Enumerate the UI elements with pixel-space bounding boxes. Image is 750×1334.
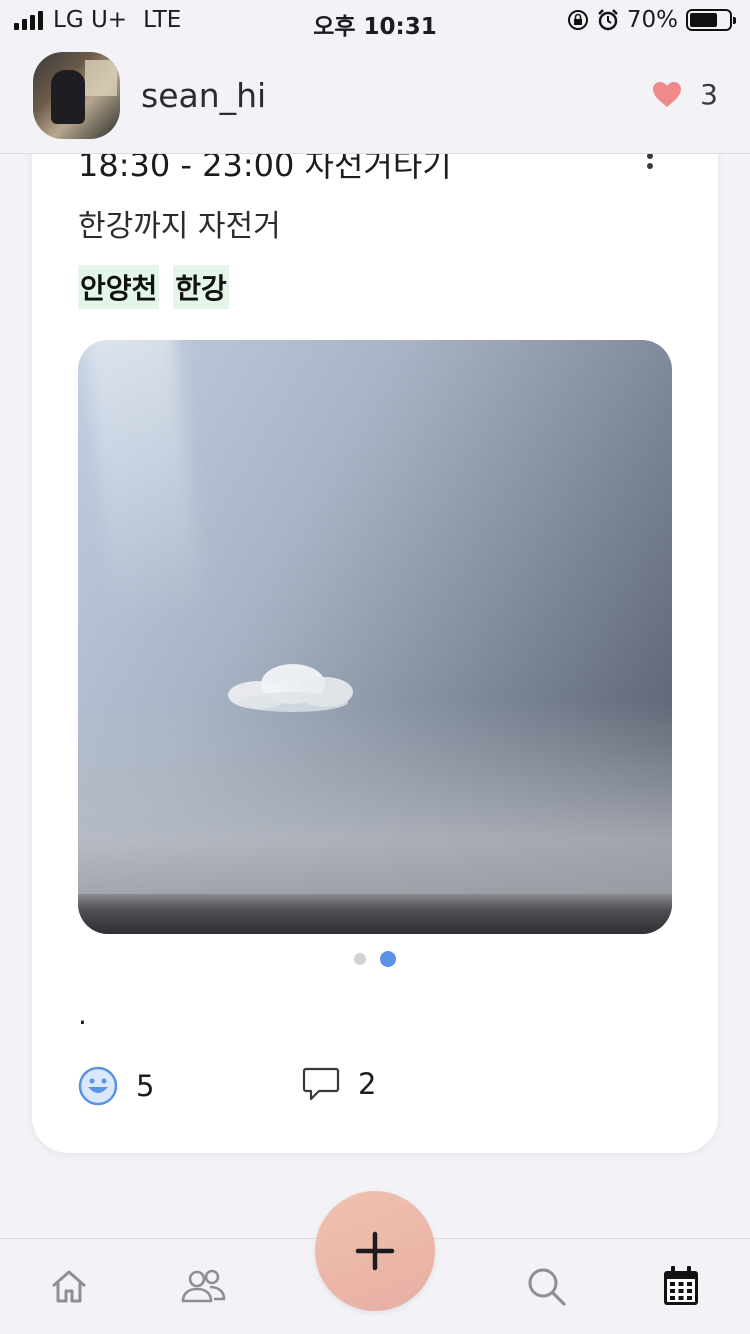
tag[interactable]: 한강: [173, 265, 229, 309]
smile-icon[interactable]: [78, 1066, 118, 1106]
like-summary[interactable]: 3: [652, 78, 718, 111]
smile-reaction[interactable]: 5: [78, 1066, 154, 1106]
battery-icon: [686, 9, 736, 31]
username[interactable]: sean_hi: [141, 76, 266, 115]
friends-icon[interactable]: [179, 1268, 227, 1304]
carousel-dot-active[interactable]: [380, 951, 396, 967]
carousel-dot[interactable]: [354, 953, 366, 965]
calendar-icon[interactable]: [662, 1265, 700, 1307]
tab-home[interactable]: [44, 1261, 94, 1311]
comment-reaction[interactable]: 2: [302, 1066, 376, 1102]
post-card: 18:30 - 23:00 자전거타기 한강까지 자전거 안양천 한강 . 5 …: [32, 100, 718, 1153]
alarm-icon: [598, 9, 618, 31]
post-description: 한강까지 자전거: [78, 209, 281, 244]
heart-icon[interactable]: [652, 81, 682, 108]
status-bar: LG U+ LTE 오후 10:31 70%: [0, 0, 750, 40]
carousel-indicator[interactable]: [32, 951, 718, 967]
post-caption: .: [78, 998, 87, 1031]
add-button[interactable]: [315, 1191, 435, 1311]
tag[interactable]: 안양천: [78, 265, 160, 309]
search-icon[interactable]: [525, 1265, 567, 1307]
add-icon[interactable]: [355, 1231, 395, 1271]
profile-header: sean_hi 3: [0, 40, 750, 154]
tab-calendar[interactable]: [656, 1261, 706, 1311]
battery-percent: 70%: [626, 7, 678, 33]
rotation-lock-icon: [567, 10, 588, 30]
comment-icon[interactable]: [302, 1066, 340, 1102]
like-count: 3: [700, 78, 718, 111]
post-photo[interactable]: [78, 340, 672, 934]
avatar[interactable]: [33, 52, 120, 139]
status-right: 70%: [567, 7, 736, 33]
smile-count: 5: [136, 1069, 155, 1103]
home-icon[interactable]: [49, 1268, 89, 1304]
comment-count: 2: [358, 1067, 377, 1101]
tab-friends[interactable]: [178, 1261, 228, 1311]
reaction-bar: 5 2: [78, 1066, 678, 1110]
tab-search[interactable]: [521, 1261, 571, 1311]
tag-list: 안양천 한강: [78, 265, 229, 309]
